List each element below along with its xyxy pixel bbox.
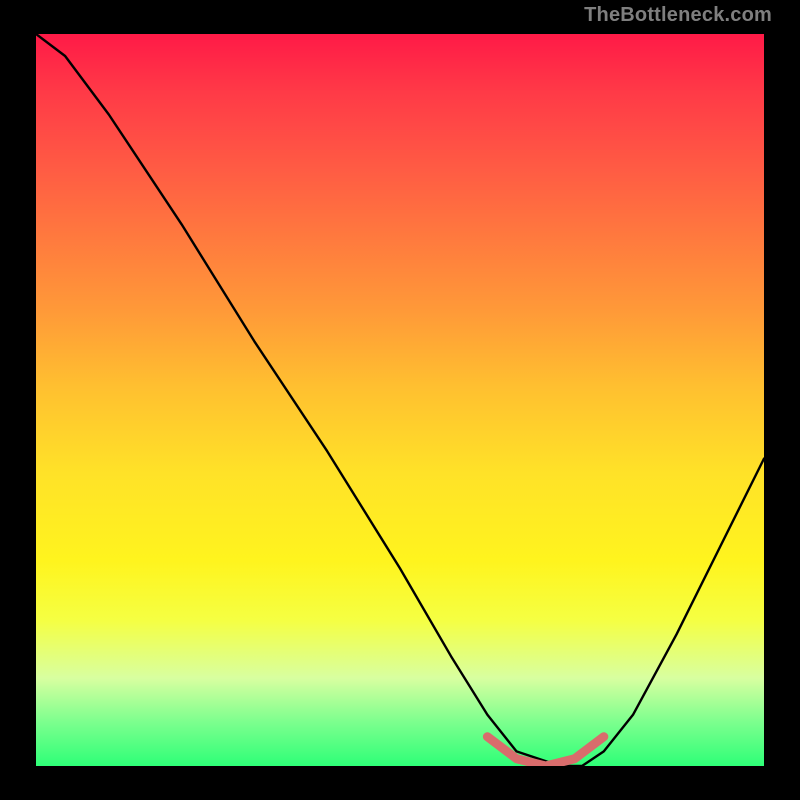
curve-layer (36, 34, 764, 766)
bottleneck-curve-path (36, 34, 764, 766)
chart-frame: TheBottleneck.com (0, 0, 800, 800)
optimal-floor-path (487, 737, 603, 766)
attribution-text: TheBottleneck.com (584, 4, 772, 27)
plot-area (36, 34, 764, 766)
